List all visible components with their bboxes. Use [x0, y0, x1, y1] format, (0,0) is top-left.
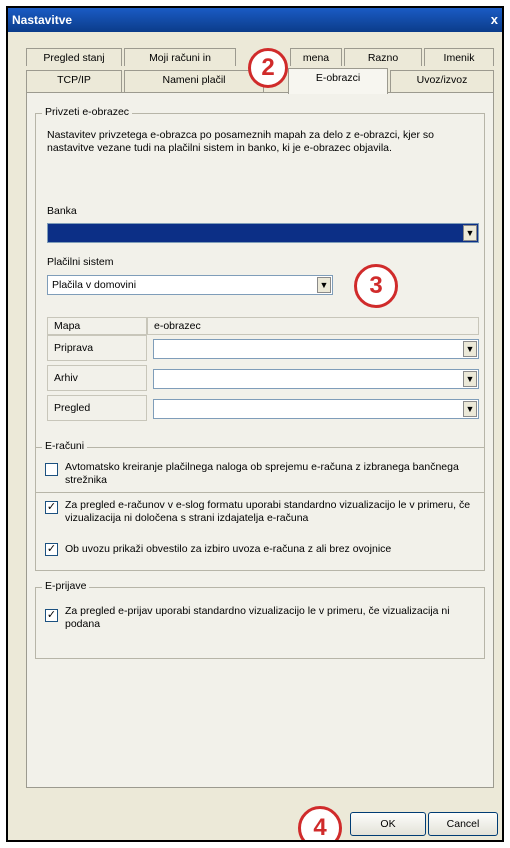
tab-imenik[interactable]: Imenik: [424, 48, 494, 66]
eform-select-priprava[interactable]: ▼: [153, 339, 479, 359]
payment-system-select[interactable]: Plačila v domovini ▼: [47, 275, 333, 295]
callout-marker-3: 3: [354, 264, 398, 308]
checkmark-icon: ✓: [46, 501, 57, 513]
checkbox-eapplication-visualization[interactable]: ✓: [45, 609, 58, 622]
tab-label: Nameni plačil: [162, 74, 226, 86]
tab-mena[interactable]: mena: [290, 48, 342, 66]
grid-header-folder: Mapa: [47, 317, 147, 335]
checkbox-label: Avtomatsko kreiranje plačilnega naloga o…: [65, 461, 459, 486]
group-legend: Privzeti e-obrazec: [42, 106, 133, 118]
checkbox-import-notice[interactable]: ✓: [45, 543, 58, 556]
ok-button[interactable]: OK: [350, 812, 426, 836]
bank-select[interactable]: ▼: [47, 223, 479, 243]
tab-label: E-obrazci: [315, 72, 361, 84]
group-legend: E-računi: [42, 440, 88, 452]
checkbox-standard-visualization[interactable]: ✓: [45, 501, 58, 514]
tab-label: Razno: [367, 52, 399, 64]
checkmark-icon: ✓: [46, 543, 57, 555]
callout-marker-2: 2: [248, 48, 288, 88]
tab-razno[interactable]: Razno: [344, 48, 422, 66]
tab-uvoz-izvoz[interactable]: Uvoz/izvoz: [390, 70, 494, 92]
callout-marker-4: 4: [298, 806, 342, 840]
eform-select-arhiv[interactable]: ▼: [153, 369, 479, 389]
checkbox-label: Ob uvozu prikaži obvestilo za izbiro uvo…: [65, 543, 392, 555]
chevron-down-icon[interactable]: ▼: [463, 401, 477, 417]
tab-label: Pregled stanj: [43, 52, 105, 64]
grid-row-label: Pregled: [47, 395, 147, 421]
checkmark-icon: ✓: [46, 609, 57, 621]
tab-label: mena: [302, 52, 330, 64]
title-bar: Nastavitve x: [8, 8, 502, 32]
payment-system-value: Plačila v domovini: [52, 279, 137, 291]
grid-header-eform: e-obrazec: [147, 317, 479, 335]
chevron-down-icon[interactable]: ▼: [463, 371, 477, 387]
group-legend: E-prijave: [42, 580, 90, 592]
tab-panel-e-obrazci: Privzeti e-obrazec Nastavitev privzetega…: [26, 92, 494, 788]
settings-dialog: Nastavitve x Pregled stanj Moji računi i…: [6, 6, 504, 842]
tab-label: TCP/IP: [57, 74, 91, 86]
checkbox-auto-payment-order[interactable]: [45, 463, 58, 476]
checkbox-label: Za pregled e-računov v e-slog formatu up…: [65, 499, 471, 524]
group-description: Nastavitev privzetega e-obrazca po posam…: [47, 129, 434, 154]
tab-moji-racuni[interactable]: Moji računi in: [124, 48, 236, 66]
tab-label: Moji računi in: [149, 52, 211, 64]
group-default-eform: Privzeti e-obrazec: [35, 106, 485, 493]
cancel-button[interactable]: Cancel: [428, 812, 498, 836]
bank-label: Banka: [47, 205, 77, 217]
tab-label: Uvoz/izvoz: [416, 74, 468, 86]
eform-select-pregled[interactable]: ▼: [153, 399, 479, 419]
grid-row-label: Priprava: [47, 335, 147, 361]
tab-e-obrazci[interactable]: E-obrazci: [288, 68, 388, 94]
tab-tcpip[interactable]: TCP/IP: [26, 70, 122, 92]
tab-label: Imenik: [443, 52, 475, 64]
chevron-down-icon[interactable]: ▼: [463, 341, 477, 357]
close-icon[interactable]: x: [491, 8, 498, 32]
chevron-down-icon[interactable]: ▼: [317, 277, 331, 293]
grid-row-label: Arhiv: [47, 365, 147, 391]
window-title: Nastavitve: [12, 13, 73, 27]
tab-nameni-placil[interactable]: Nameni plačil: [124, 70, 264, 92]
payment-system-label: Plačilni sistem: [47, 256, 114, 268]
checkbox-label: Za pregled e-prijav uporabi standardno v…: [65, 605, 450, 630]
tab-pregled-stanj[interactable]: Pregled stanj: [26, 48, 122, 66]
chevron-down-icon[interactable]: ▼: [463, 225, 477, 241]
